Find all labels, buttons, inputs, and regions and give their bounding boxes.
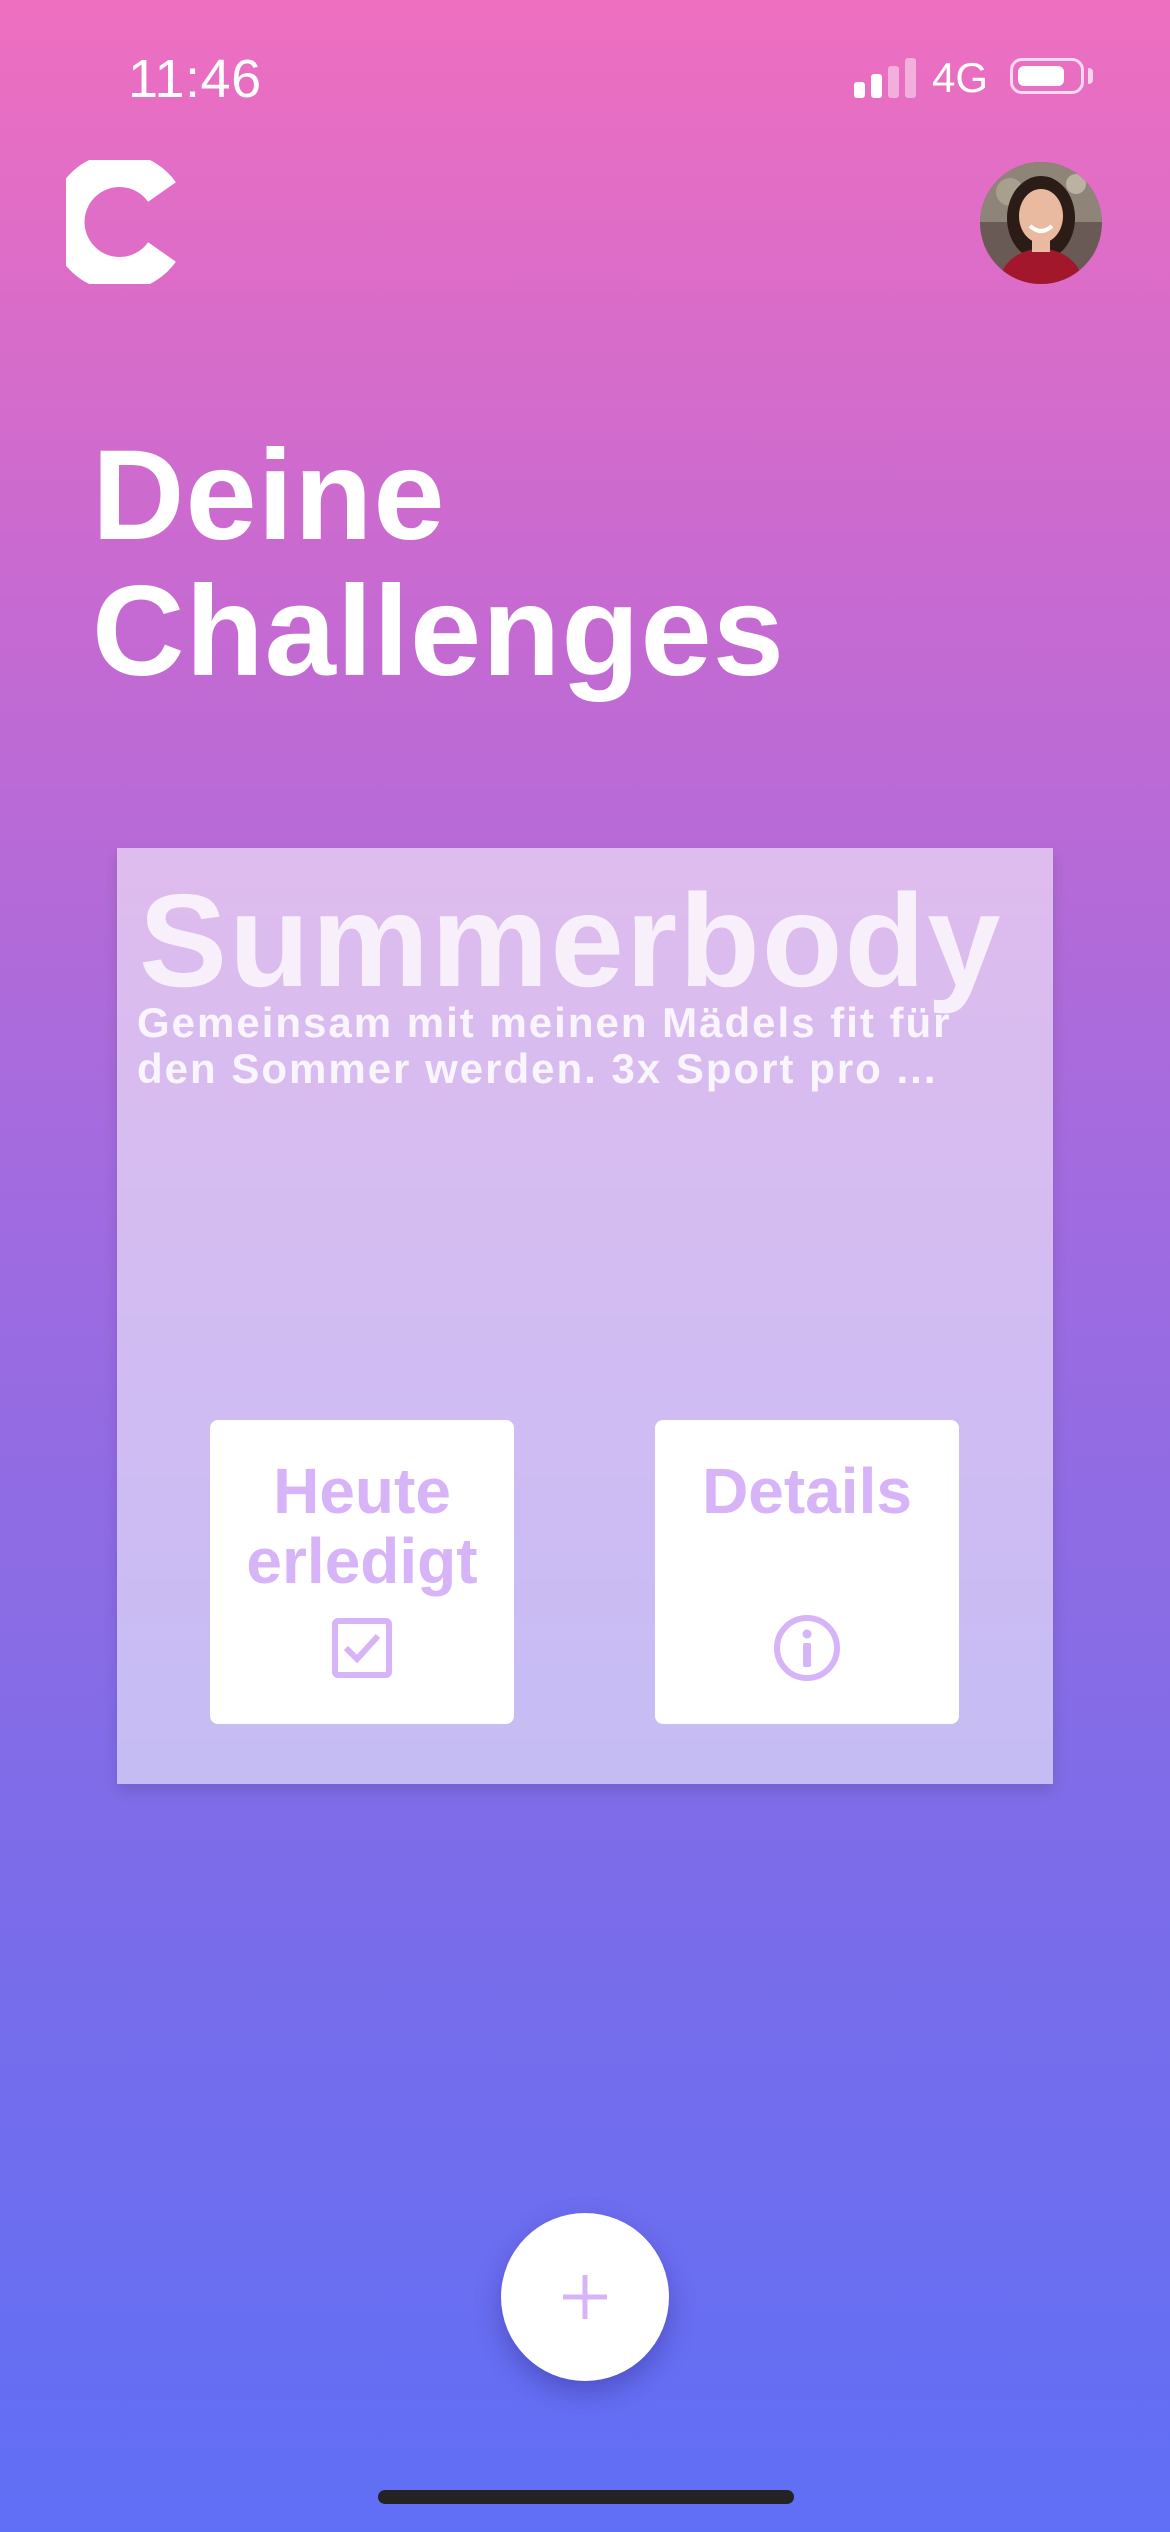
- done-today-label: Heute erledigt: [210, 1456, 514, 1596]
- profile-avatar[interactable]: [980, 162, 1102, 284]
- network-type: 4G: [932, 54, 989, 101]
- checkbox-checked-icon: [332, 1618, 392, 1678]
- battery-tip: [1088, 68, 1093, 84]
- cellular-signal-icon: [854, 58, 916, 98]
- done-today-label-line2: erledigt: [246, 1525, 478, 1597]
- challenge-logo-icon[interactable]: [50, 153, 176, 291]
- details-label: Details: [702, 1455, 912, 1527]
- page-title-line1: Deine: [92, 424, 446, 567]
- done-today-label-line1: Heute: [273, 1455, 451, 1527]
- challenge-description-line2: den Sommer werden. 3x Sport pro ...: [137, 1045, 938, 1092]
- page-title: Deine Challenges: [92, 428, 785, 700]
- add-challenge-button[interactable]: [501, 2213, 669, 2381]
- challenge-card[interactable]: Summerbody Gemeinsam mit meinen Mädels f…: [117, 848, 1053, 1784]
- info-icon: [774, 1615, 840, 1681]
- challenge-title: Summerbody: [139, 867, 1003, 1014]
- challenge-description-line1: Gemeinsam mit meinen Mädels fit für: [137, 999, 952, 1046]
- status-time: 11:46: [128, 49, 262, 109]
- done-today-button[interactable]: Heute erledigt: [210, 1420, 514, 1724]
- details-button[interactable]: Details: [655, 1420, 959, 1724]
- home-indicator[interactable]: [378, 2490, 794, 2504]
- challenge-description: Gemeinsam mit meinen Mädels fit für den …: [137, 1000, 1047, 1092]
- plus-icon: [563, 2275, 607, 2319]
- page-title-line2: Challenges: [92, 560, 785, 703]
- battery-icon: [1010, 58, 1084, 94]
